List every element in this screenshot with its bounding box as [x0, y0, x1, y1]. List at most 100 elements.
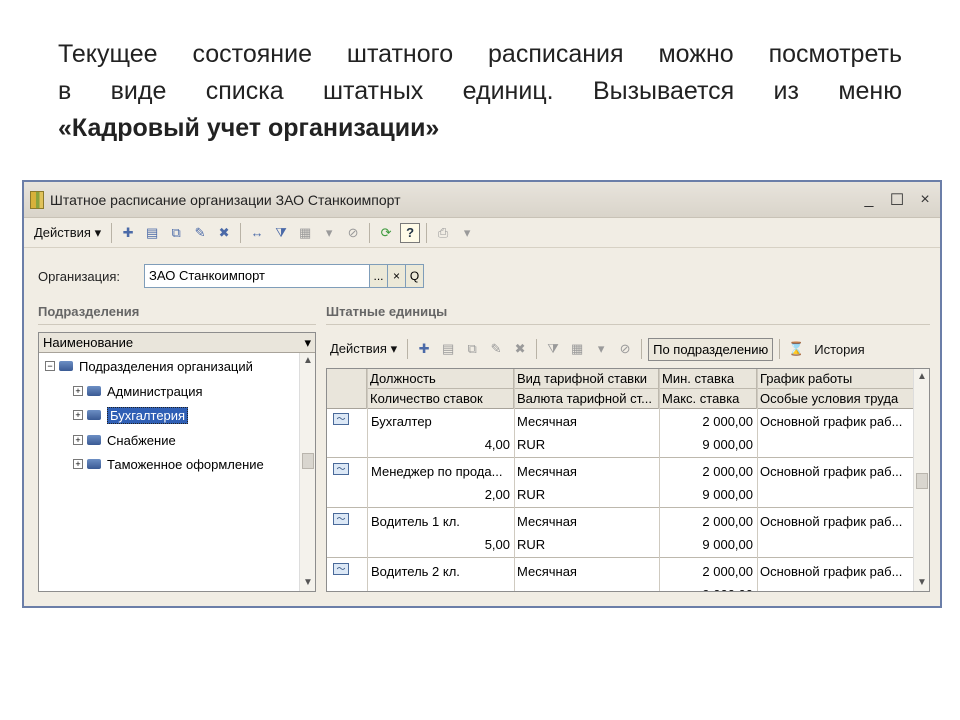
staff-units-grid[interactable]: Должность Вид тарифной ставки Мин. ставк…: [326, 368, 930, 592]
delete-icon[interactable]: ✖: [214, 223, 234, 243]
column-divider: [659, 369, 660, 591]
print-dropdown-icon[interactable]: ▾: [457, 223, 477, 243]
tree-item-label: Администрация: [107, 383, 203, 399]
cell-schedule: Основной график раб...: [760, 464, 903, 479]
expand-icon[interactable]: +: [73, 410, 83, 420]
scroll-thumb[interactable]: [302, 453, 314, 469]
history-icon[interactable]: ⌛: [786, 339, 806, 359]
title-bar: Штатное расписание организации ЗАО Станк…: [24, 182, 940, 218]
history-button[interactable]: История: [810, 340, 868, 359]
table-row[interactable]: 〜 Водитель 2 кл. Месячная 2 000,00 Основ…: [327, 559, 913, 591]
add-group-icon[interactable]: ▤: [142, 223, 162, 243]
cell-schedule: Основной график раб...: [760, 414, 903, 429]
actions-menu[interactable]: Действия ▾: [30, 223, 105, 243]
help-icon[interactable]: ?: [400, 222, 421, 243]
filter-dropdown-icon[interactable]: ▾: [591, 339, 611, 359]
interval-icon[interactable]: ↔: [247, 223, 267, 243]
tree-scrollbar[interactable]: ▲ ▼: [299, 353, 315, 591]
staff-unit-icon: 〜: [333, 413, 349, 425]
filter-dropdown-icon[interactable]: ▾: [319, 223, 339, 243]
scroll-up-icon[interactable]: ▲: [914, 369, 929, 385]
app-icon: [30, 190, 44, 209]
header-count[interactable]: Количество ставок: [367, 389, 514, 409]
column-divider: [757, 369, 758, 591]
delete-icon[interactable]: ✖: [510, 339, 530, 359]
grid-scrollbar[interactable]: ▲ ▼: [913, 369, 929, 591]
toolbar-separator: [536, 339, 538, 359]
scroll-up-icon[interactable]: ▲: [300, 353, 316, 369]
table-row[interactable]: 〜 Менеджер по прода... Месячная 2 000,00…: [327, 459, 913, 508]
tree-item-administration[interactable]: + Администрация: [73, 381, 203, 401]
cell-max-rate: 9 000,00: [702, 487, 753, 502]
collapse-icon[interactable]: −: [45, 361, 55, 371]
clear-filter-icon[interactable]: ⊘: [343, 223, 363, 243]
slide-line-2: в виде списка штатных единиц. Вызывается…: [58, 77, 902, 105]
copy-icon[interactable]: ⧉: [462, 339, 482, 359]
add-group-icon[interactable]: ▤: [438, 339, 458, 359]
header-rate-type[interactable]: Вид тарифной ставки: [514, 369, 659, 389]
expand-icon[interactable]: +: [73, 459, 83, 469]
cell-min-rate: 2 000,00: [702, 464, 753, 479]
edit-icon[interactable]: ✎: [486, 339, 506, 359]
folder-icon: [87, 386, 101, 396]
clear-filter-icon[interactable]: ⊘: [615, 339, 635, 359]
organization-open-button[interactable]: Q: [406, 264, 424, 288]
expand-icon[interactable]: +: [73, 386, 83, 396]
toolbar-separator: [111, 222, 113, 243]
header-currency[interactable]: Валюта тарифной ст...: [514, 389, 659, 409]
header-conditions[interactable]: Особые условия труда: [757, 389, 915, 409]
minimize-button[interactable]: _: [856, 189, 882, 211]
copy-icon[interactable]: ⧉: [166, 223, 186, 243]
print-icon[interactable]: ⎙: [433, 223, 453, 243]
filter-list-icon[interactable]: ▦: [567, 339, 587, 359]
expand-icon[interactable]: +: [73, 435, 83, 445]
tree-item-root[interactable]: − Подразделения организаций: [45, 356, 253, 376]
scroll-thumb[interactable]: [916, 473, 928, 489]
by-department-toggle[interactable]: По подразделению: [648, 337, 774, 361]
tree-item-label: Подразделения организаций: [79, 358, 253, 374]
chevron-down-icon[interactable]: ▾: [304, 335, 311, 350]
folder-icon: [87, 435, 101, 445]
table-row[interactable]: 〜 Водитель 1 кл. Месячная 2 000,00 Основ…: [327, 509, 913, 558]
toolbar-separator: [779, 339, 781, 359]
grid-header: Должность Вид тарифной ставки Мин. ставк…: [327, 369, 929, 409]
edit-icon[interactable]: ✎: [190, 223, 210, 243]
tree-item-customs[interactable]: + Таможенное оформление: [73, 454, 264, 474]
add-icon[interactable]: ✚: [118, 223, 138, 243]
filter-icon[interactable]: ⧩: [543, 339, 563, 359]
header-max-rate[interactable]: Макс. ставка: [659, 389, 757, 409]
header-position[interactable]: Должность: [367, 369, 514, 389]
cell-position: Бухгалтер: [371, 414, 432, 429]
scroll-down-icon[interactable]: ▼: [300, 575, 316, 591]
filter-icon[interactable]: ⧩: [271, 223, 291, 243]
organization-select-button[interactable]: ...: [370, 264, 388, 288]
tree-item-supply[interactable]: + Снабжение: [73, 430, 176, 450]
staff-unit-icon: 〜: [333, 513, 349, 525]
tree-column-name: Наименование: [43, 335, 134, 350]
header-min-rate[interactable]: Мин. ставка: [659, 369, 757, 389]
organization-row: Организация: ЗАО Станкоимпорт ... × Q: [38, 264, 424, 288]
departments-tree[interactable]: Наименование ▾ − Подразделения организац…: [38, 332, 316, 592]
table-row[interactable]: 〜 Бухгалтер Месячная 2 000,00 Основной г…: [327, 409, 913, 458]
maximize-button[interactable]: ☐: [884, 189, 910, 211]
actions-menu-label: Действия: [34, 224, 91, 240]
scroll-down-icon[interactable]: ▼: [914, 575, 929, 591]
column-divider: [367, 369, 368, 591]
staff-actions-menu[interactable]: Действия ▾: [326, 339, 401, 359]
staff-schedule-window: Штатное расписание организации ЗАО Станк…: [22, 180, 942, 608]
add-icon[interactable]: ✚: [414, 339, 434, 359]
filter-list-icon[interactable]: ▦: [295, 223, 315, 243]
tree-item-accounting[interactable]: + Бухгалтерия: [73, 405, 189, 425]
refresh-icon[interactable]: ⟳: [376, 223, 396, 243]
tree-header[interactable]: Наименование ▾: [39, 333, 315, 353]
cell-rate-type: Месячная: [517, 514, 577, 529]
header-schedule[interactable]: График работы: [757, 369, 915, 389]
departments-title: Подразделения: [38, 304, 140, 319]
folder-icon: [59, 361, 73, 371]
staff-actions-menu-label: Действия: [330, 341, 387, 356]
close-button[interactable]: ×: [912, 189, 938, 211]
organization-label: Организация:: [38, 268, 121, 284]
organization-clear-button[interactable]: ×: [388, 264, 406, 288]
organization-field[interactable]: ЗАО Станкоимпорт: [144, 264, 370, 288]
staff-units-title: Штатные единицы: [326, 304, 448, 319]
